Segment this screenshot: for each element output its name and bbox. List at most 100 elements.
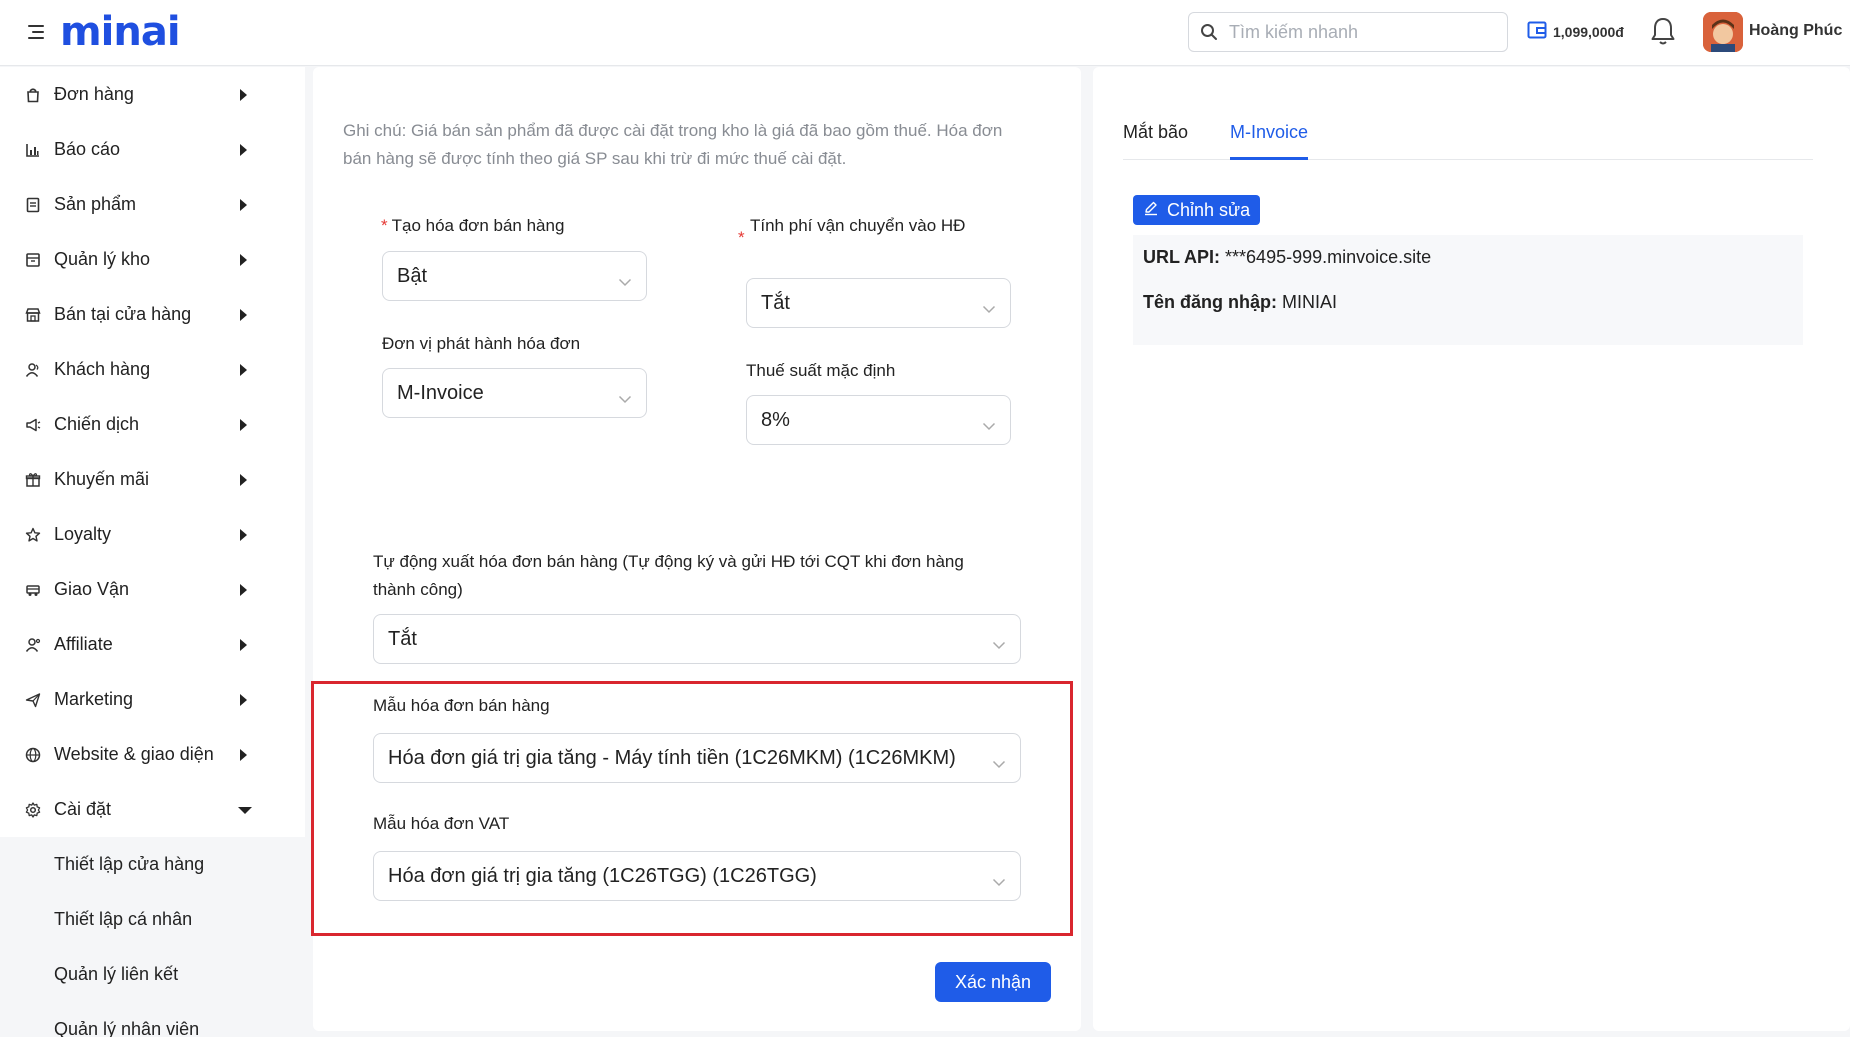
sidebar-item-label: Quản lý kho [54,249,151,269]
wallet-amount: 1,099,000đ [1553,23,1624,40]
sidebar-subitem-personal-setup[interactable]: Thiết lập cá nhân [0,892,305,947]
issuer-label: Đơn vị phát hành hóa đơn [382,334,581,353]
auto-export-select[interactable]: Tắt [373,614,1021,664]
user-network-icon [24,636,42,654]
sidebar-subitem-store-setup[interactable]: Thiết lập cửa hàng [0,837,305,892]
gift-icon [24,471,42,489]
required-mark: * [381,216,388,235]
search-input[interactable] [1229,21,1489,43]
sidebar-item-customers[interactable]: Khách hàng [0,342,305,397]
sidebar-item-shipping[interactable]: Giao Vận [0,562,305,617]
sidebar-item-promotions[interactable]: Khuyến mãi [0,452,305,507]
caret-right-icon [240,198,247,211]
sidebar-subitem-staff[interactable]: Quản lý nhân viên [0,1002,305,1037]
edit-button[interactable]: Chỉnh sửa [1133,195,1261,225]
caret-right-icon [240,583,247,596]
tax-note: Ghi chú: Giá bán sản phẩm đã được cài đặ… [343,121,1003,168]
sidebar-item-orders[interactable]: Đơn hàng [0,67,305,122]
sidebar-item-label: Đơn hàng [54,84,134,104]
confirm-button[interactable]: Xác nhận [935,962,1051,1002]
tax-rate-value: 8% [761,408,790,431]
template-highlight-box [311,681,1073,936]
sidebar-item-campaigns[interactable]: Chiến dịch [0,397,305,452]
create-invoice-label: * Tạo hóa đơn bán hàng [381,216,565,235]
sidebar-item-label: Cài đặt [54,799,112,819]
required-mark: * [738,228,745,247]
sidebar-item-label: Khuyến mãi [54,469,150,489]
sidebar: Đơn hàng Báo cáo Sản phẩm Quản lý kho Bá… [0,67,305,1037]
issuer-select[interactable]: M-Invoice [382,368,647,418]
username-row: Tên đăng nhập: MINIAI [1143,292,1337,313]
caret-right-icon [240,88,247,101]
url-api-value: ***6495-999.minvoice.site [1225,247,1432,267]
chevron-down-icon [992,633,1006,656]
tax-rate-select[interactable]: 8% [746,395,1011,445]
caret-right-icon [240,748,247,761]
star-icon [24,526,42,544]
caret-right-icon [240,253,247,266]
pencil-icon [1143,200,1159,221]
bell-icon[interactable] [1650,16,1676,51]
caret-right-icon [240,638,247,651]
logo[interactable]: minai [60,10,181,54]
sidebar-item-label: Marketing [54,689,134,709]
sidebar-item-loyalty[interactable]: Loyalty [0,507,305,562]
box-icon [24,251,42,269]
sidebar-item-warehouse[interactable]: Quản lý kho [0,232,305,287]
caret-right-icon [240,418,247,431]
sidebar-item-label: Sản phẩm [54,194,137,214]
tab-m-invoice[interactable]: M-Invoice [1230,122,1309,160]
username-value: MINIAI [1282,292,1338,312]
auto-export-label: Tự động xuất hóa đơn bán hàng (Tự động k… [373,552,964,599]
shipping-fee-value: Tắt [761,291,790,314]
url-api-row: URL API: ***6495-999.minvoice.site [1143,247,1431,268]
sidebar-item-label: Affiliate [54,634,113,654]
sidebar-item-label: Loyalty [54,524,112,544]
bag-icon [24,86,42,104]
sidebar-subitem-integrations[interactable]: Quản lý liên kết [0,947,305,1002]
tab-mat-bao[interactable]: Mắt bão [1123,122,1188,160]
megaphone-icon [24,416,42,434]
provider-tabs: Mắt bão M-Invoice [1123,122,1813,160]
issuer-value: M-Invoice [397,381,484,404]
store-icon [24,306,42,324]
user-name[interactable]: Hoàng Phúc [1749,22,1842,40]
sidebar-item-pos[interactable]: Bán tại cửa hàng [0,287,305,342]
caret-right-icon [240,363,247,376]
avatar[interactable] [1703,12,1743,52]
menu-toggle-icon[interactable] [28,22,48,42]
chevron-down-icon [618,387,632,410]
sidebar-item-label: Website & giao diện [54,744,214,764]
truck-icon [24,581,42,599]
settings-submenu: Thiết lập cửa hàng Thiết lập cá nhân Quả… [0,837,305,1037]
sidebar-item-reports[interactable]: Báo cáo [0,122,305,177]
caret-right-icon [240,528,247,541]
sidebar-item-affiliate[interactable]: Affiliate [0,617,305,672]
edit-label: Chỉnh sửa [1167,199,1251,220]
create-invoice-value: Bật [397,264,428,287]
tax-rate-label: Thuế suất mặc định [746,361,896,380]
sidebar-item-label: Giao Vận [54,579,130,599]
chevron-down-icon [982,414,996,437]
provider-info-panel: Mắt bão M-Invoice Chỉnh sửa URL API: ***… [1093,67,1850,1031]
sidebar-item-products[interactable]: Sản phẩm [0,177,305,232]
shipping-fee-select[interactable]: Tắt [746,278,1011,328]
search-box[interactable] [1188,12,1508,52]
wallet-balance[interactable]: 1,099,000đ [1527,20,1624,43]
sidebar-item-label: Khách hàng [54,359,151,379]
caret-right-icon [240,693,247,706]
caret-right-icon [240,143,247,156]
sidebar-item-website[interactable]: Website & giao diện [0,727,305,782]
gear-icon [24,801,42,819]
create-invoice-select[interactable]: Bật [382,251,647,301]
auto-export-value: Tắt [388,627,417,650]
username-label: Tên đăng nhập: [1143,292,1277,312]
chevron-down-icon [982,297,996,320]
shipping-fee-label: * Tính phí vận chuyển vào HĐ [738,212,974,247]
sidebar-item-label: Báo cáo [54,139,121,159]
caret-down-icon [238,806,252,814]
bar-chart-icon [24,141,42,159]
wallet-icon [1527,20,1547,43]
sidebar-item-marketing[interactable]: Marketing [0,672,305,727]
sidebar-item-settings[interactable]: Cài đặt [0,782,305,837]
